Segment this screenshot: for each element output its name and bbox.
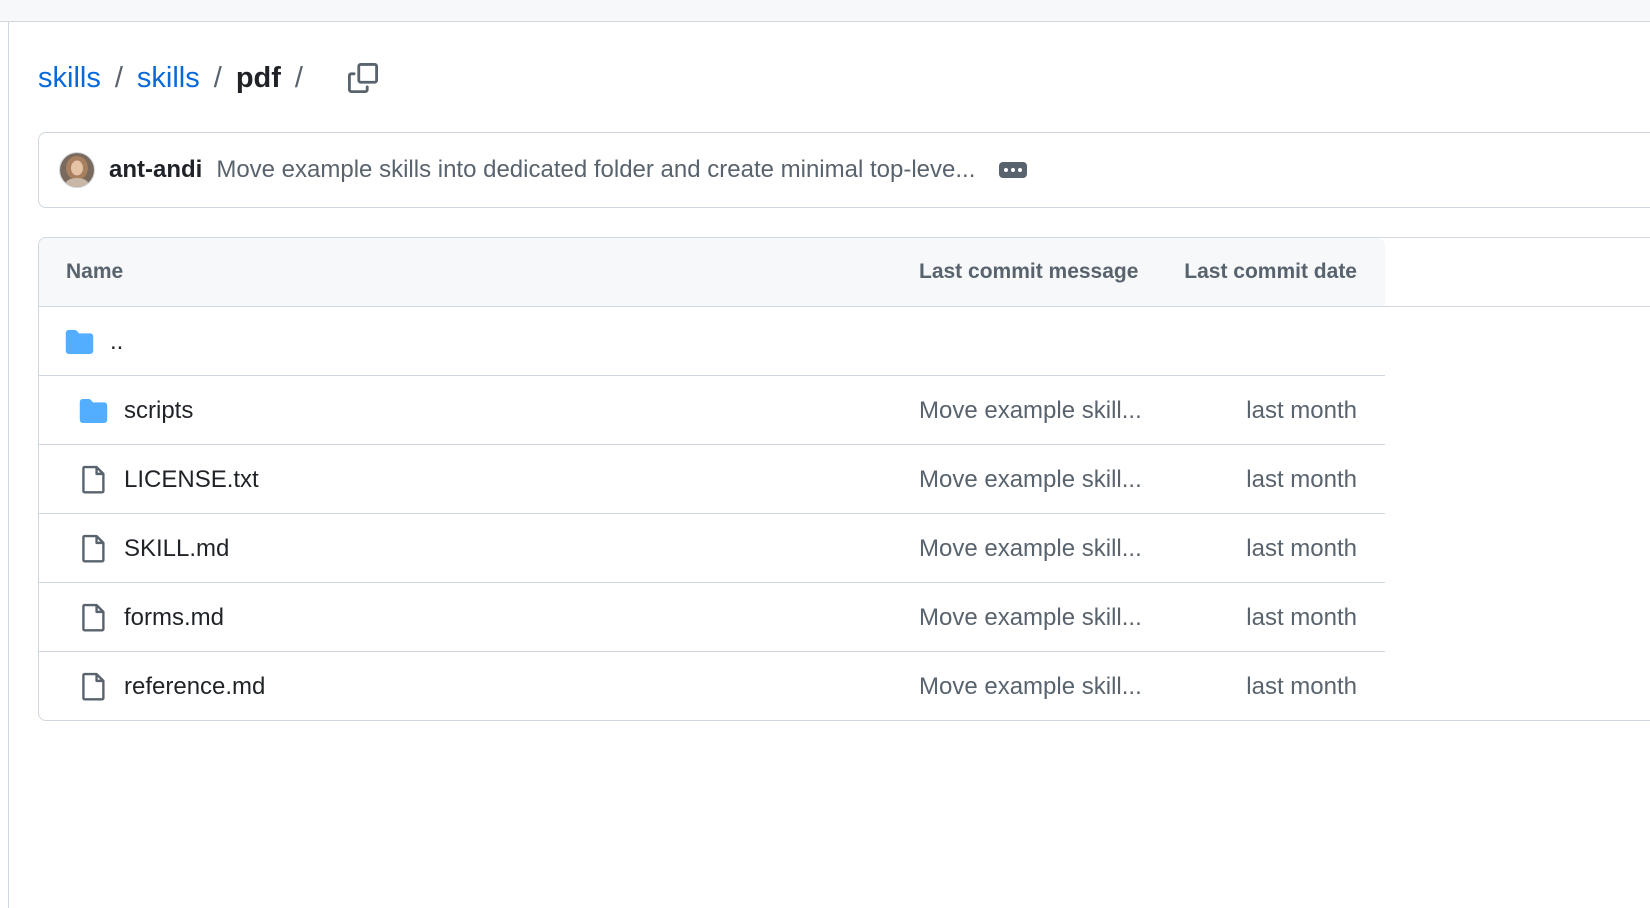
last-commit-message[interactable]: Move example skill... (919, 514, 1142, 583)
breadcrumb-link-skills-root[interactable]: skills (38, 62, 101, 95)
file-name-link[interactable]: LICENSE.txt (124, 445, 259, 514)
latest-commit-box: ant-andi Move example skills into dedica… (38, 132, 1650, 208)
breadcrumb-current: pdf (235, 61, 281, 94)
table-row[interactable]: reference.md Move example skill... last … (39, 652, 1385, 720)
file-icon (82, 445, 106, 514)
commit-author[interactable]: ant-andi (109, 156, 202, 184)
file-icon (82, 514, 106, 583)
header-last-commit-date: Last commit date (1184, 260, 1357, 283)
last-commit-message[interactable]: Move example skill... (919, 583, 1142, 652)
parent-directory-link[interactable]: .. (110, 307, 123, 376)
breadcrumb-separator: / (114, 61, 123, 94)
last-commit-message[interactable]: Move example skill... (919, 652, 1142, 720)
last-commit-date: last month (1246, 673, 1357, 700)
parent-directory-row[interactable]: .. (39, 307, 1385, 376)
expand-commit-button[interactable] (999, 162, 1028, 178)
last-commit-message[interactable]: Move example skill... (919, 445, 1142, 514)
file-name-link[interactable]: SKILL.md (124, 514, 229, 583)
last-commit-date: last month (1246, 604, 1357, 631)
ellipsis-dot (1011, 168, 1016, 172)
header-name: Name (66, 260, 124, 283)
table-row[interactable]: SKILL.md Move example skill... last mont… (39, 514, 1385, 583)
ellipsis-dot (1004, 168, 1009, 172)
file-name-link[interactable]: reference.md (124, 652, 265, 720)
breadcrumb: skills / skills / pdf / (38, 56, 383, 100)
last-commit-date: last month (1246, 466, 1357, 493)
breadcrumb-separator: / (213, 61, 222, 94)
top-bar (0, 0, 1650, 22)
breadcrumb-separator: / (294, 61, 303, 94)
table-row[interactable]: scripts Move example skill... last month (39, 376, 1385, 445)
folder-icon (79, 376, 108, 445)
ellipsis-dot (1018, 168, 1023, 172)
folder-icon (65, 307, 94, 376)
avatar[interactable] (59, 152, 95, 188)
file-name-link[interactable]: forms.md (124, 583, 224, 652)
file-table: Name Last commit message Last commit dat… (38, 237, 1650, 721)
last-commit-date: last month (1246, 535, 1357, 562)
copy-path-button[interactable] (343, 58, 383, 98)
commit-message[interactable]: Move example skills into dedicated folde… (216, 156, 975, 184)
file-icon (82, 652, 106, 720)
table-row[interactable]: LICENSE.txt Move example skill... last m… (39, 445, 1385, 514)
breadcrumb-link-skills[interactable]: skills (137, 62, 200, 95)
file-name-link[interactable]: scripts (124, 376, 193, 445)
last-commit-date: last month (1246, 397, 1357, 424)
table-header: Name Last commit message Last commit dat… (39, 238, 1385, 306)
left-divider (8, 22, 9, 908)
copy-icon (347, 63, 378, 93)
table-row[interactable]: forms.md Move example skill... last mont… (39, 583, 1385, 652)
file-icon (82, 583, 106, 652)
last-commit-message[interactable]: Move example skill... (919, 376, 1142, 445)
header-last-commit-message: Last commit message (919, 260, 1139, 283)
